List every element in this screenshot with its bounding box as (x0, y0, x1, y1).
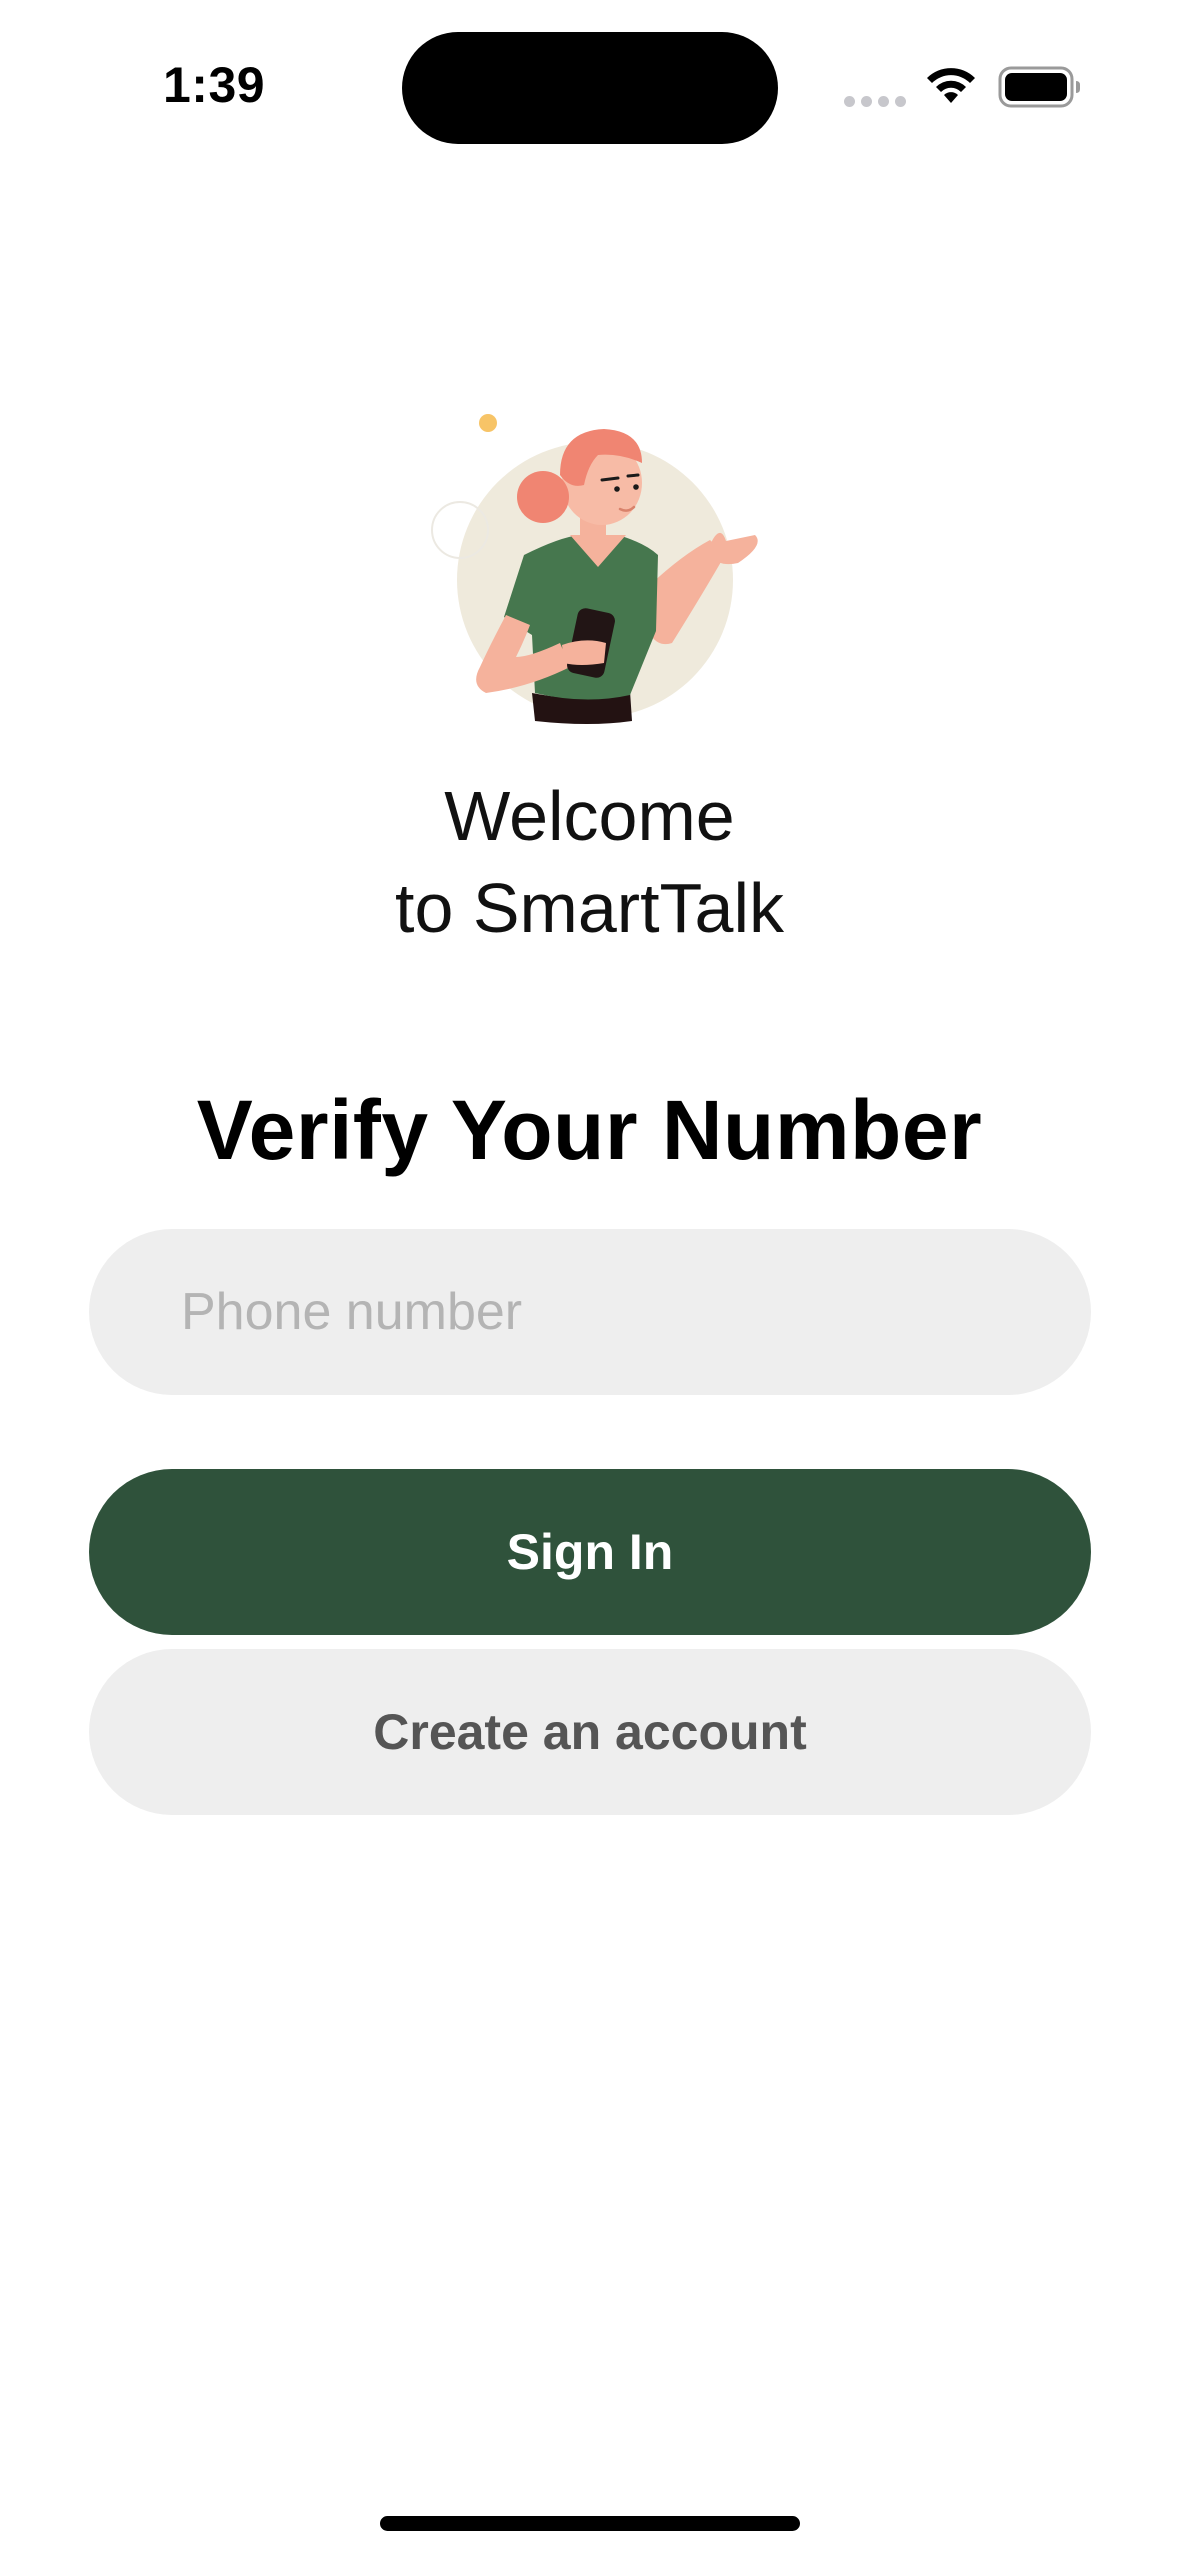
welcome-message: Welcome to SmartTalk (0, 770, 1179, 954)
cellular-signal-icon (844, 96, 906, 107)
status-time: 1:39 (163, 57, 266, 113)
sign-in-button[interactable]: Sign In (89, 1469, 1091, 1635)
phone-number-input[interactable] (89, 1229, 1091, 1395)
welcome-line-1: Welcome (444, 777, 735, 855)
home-indicator[interactable] (380, 2516, 800, 2531)
battery-icon (998, 66, 1080, 108)
dynamic-island (402, 32, 778, 144)
woman-holding-phone-illustration (431, 414, 758, 724)
verify-title: Verify Your Number (196, 1083, 983, 1177)
login-screen: 1:39 Welcome to SmartTalk Verify Your Nu… (0, 0, 1179, 2556)
welcome-line-2: to SmartTalk (395, 869, 784, 947)
create-account-button[interactable]: Create an account (89, 1649, 1091, 1815)
wifi-icon (927, 68, 975, 103)
